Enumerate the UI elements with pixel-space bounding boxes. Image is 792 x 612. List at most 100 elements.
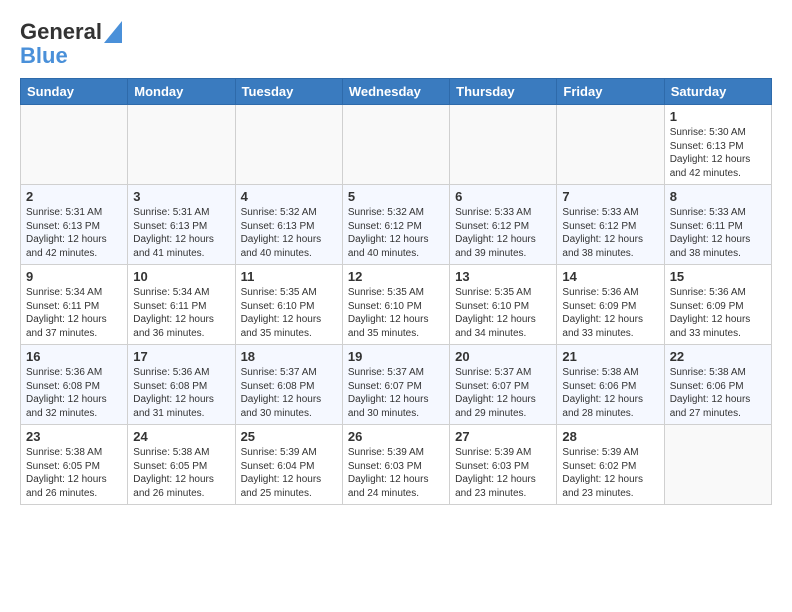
- logo-text-blue: Blue: [20, 44, 68, 68]
- day-number: 10: [133, 269, 229, 284]
- calendar-cell: 19 Sunrise: 5:37 AM Sunset: 6:07 PM Dayli…: [342, 345, 449, 425]
- calendar-cell: 5Sunrise: 5:32 AM Sunset: 6:12 PM Daylig…: [342, 185, 449, 265]
- logo-text-general: General: [20, 20, 102, 44]
- calendar-week-1: 1 Sunrise: 5:30 AM Sunset: 6:13 PM Daylig…: [21, 105, 772, 185]
- calendar-cell: [450, 105, 557, 185]
- day-number: 16: [26, 349, 122, 364]
- calendar-week-5: 23Sunrise: 5:38 AM Sunset: 6:05 PM Dayli…: [21, 425, 772, 505]
- header-sunday: Sunday: [21, 79, 128, 105]
- day-number: 5: [348, 189, 444, 204]
- day-info: Sunrise: 5:38 AM Sunset: 6:06 PM Dayligh…: [670, 366, 766, 420]
- header-tuesday: Tuesday: [235, 79, 342, 105]
- day-info: Sunrise: 5:37 AM Sunset: 6:08 PM Dayligh…: [241, 366, 337, 420]
- calendar-cell: 12 Sunrise: 5:35 AM Sunset: 6:10 PM Dayli…: [342, 265, 449, 345]
- header-wednesday: Wednesday: [342, 79, 449, 105]
- day-info: Sunrise: 5:33 AM Sunset: 6:12 PM Dayligh…: [455, 206, 551, 260]
- day-info: Sunrise: 5:36 AM Sunset: 6:09 PM Dayligh…: [670, 286, 766, 340]
- day-number: 20: [455, 349, 551, 364]
- logo-triangle-icon: [104, 21, 122, 43]
- day-info: Sunrise: 5:35 AM Sunset: 6:10 PM Dayligh…: [348, 286, 444, 340]
- day-info: Sunrise: 5:38 AM Sunset: 6:05 PM Dayligh…: [133, 446, 229, 500]
- day-number: 7: [562, 189, 658, 204]
- calendar-cell: 15 Sunrise: 5:36 AM Sunset: 6:09 PM Dayli…: [664, 265, 771, 345]
- calendar-cell: 25 Sunrise: 5:39 AM Sunset: 6:04 PM Dayli…: [235, 425, 342, 505]
- calendar-cell: 28Sunrise: 5:39 AM Sunset: 6:02 PM Dayli…: [557, 425, 664, 505]
- day-info: Sunrise: 5:36 AM Sunset: 6:09 PM Dayligh…: [562, 286, 658, 340]
- calendar-cell: 16 Sunrise: 5:36 AM Sunset: 6:08 PM Dayli…: [21, 345, 128, 425]
- calendar-cell: 21 Sunrise: 5:38 AM Sunset: 6:06 PM Dayli…: [557, 345, 664, 425]
- calendar-cell: 26Sunrise: 5:39 AM Sunset: 6:03 PM Dayli…: [342, 425, 449, 505]
- day-info: Sunrise: 5:34 AM Sunset: 6:11 PM Dayligh…: [133, 286, 229, 340]
- day-number: 22: [670, 349, 766, 364]
- day-number: 8: [670, 189, 766, 204]
- calendar-table: SundayMondayTuesdayWednesdayThursdayFrid…: [20, 78, 772, 505]
- calendar-cell: 24 Sunrise: 5:38 AM Sunset: 6:05 PM Dayli…: [128, 425, 235, 505]
- day-info: Sunrise: 5:36 AM Sunset: 6:08 PM Dayligh…: [26, 366, 122, 420]
- day-number: 2: [26, 189, 122, 204]
- calendar-cell: 7Sunrise: 5:33 AM Sunset: 6:12 PM Daylig…: [557, 185, 664, 265]
- day-info: Sunrise: 5:37 AM Sunset: 6:07 PM Dayligh…: [455, 366, 551, 420]
- day-number: 21: [562, 349, 658, 364]
- day-info: Sunrise: 5:34 AM Sunset: 6:11 PM Dayligh…: [26, 286, 122, 340]
- day-number: 17: [133, 349, 229, 364]
- calendar-cell: 20 Sunrise: 5:37 AM Sunset: 6:07 PM Dayli…: [450, 345, 557, 425]
- day-number: 25: [241, 429, 337, 444]
- calendar-cell: [342, 105, 449, 185]
- day-info: Sunrise: 5:32 AM Sunset: 6:13 PM Dayligh…: [241, 206, 337, 260]
- day-number: 1: [670, 109, 766, 124]
- calendar-cell: 9 Sunrise: 5:34 AM Sunset: 6:11 PM Daylig…: [21, 265, 128, 345]
- calendar-cell: 1 Sunrise: 5:30 AM Sunset: 6:13 PM Daylig…: [664, 105, 771, 185]
- calendar-cell: 6 Sunrise: 5:33 AM Sunset: 6:12 PM Daylig…: [450, 185, 557, 265]
- header-saturday: Saturday: [664, 79, 771, 105]
- day-number: 4: [241, 189, 337, 204]
- calendar-cell: 3 Sunrise: 5:31 AM Sunset: 6:13 PM Daylig…: [128, 185, 235, 265]
- calendar-week-2: 2 Sunrise: 5:31 AM Sunset: 6:13 PM Daylig…: [21, 185, 772, 265]
- header-monday: Monday: [128, 79, 235, 105]
- calendar-week-3: 9 Sunrise: 5:34 AM Sunset: 6:11 PM Daylig…: [21, 265, 772, 345]
- calendar-cell: [235, 105, 342, 185]
- calendar-cell: [664, 425, 771, 505]
- day-number: 19: [348, 349, 444, 364]
- day-number: 14: [562, 269, 658, 284]
- day-number: 12: [348, 269, 444, 284]
- day-info: Sunrise: 5:36 AM Sunset: 6:08 PM Dayligh…: [133, 366, 229, 420]
- calendar-cell: 17 Sunrise: 5:36 AM Sunset: 6:08 PM Dayli…: [128, 345, 235, 425]
- day-info: Sunrise: 5:37 AM Sunset: 6:07 PM Dayligh…: [348, 366, 444, 420]
- day-info: Sunrise: 5:38 AM Sunset: 6:06 PM Dayligh…: [562, 366, 658, 420]
- day-info: Sunrise: 5:39 AM Sunset: 6:03 PM Dayligh…: [348, 446, 444, 500]
- calendar-cell: 8 Sunrise: 5:33 AM Sunset: 6:11 PM Daylig…: [664, 185, 771, 265]
- calendar-cell: 13 Sunrise: 5:35 AM Sunset: 6:10 PM Dayli…: [450, 265, 557, 345]
- day-info: Sunrise: 5:31 AM Sunset: 6:13 PM Dayligh…: [26, 206, 122, 260]
- calendar-cell: 23Sunrise: 5:38 AM Sunset: 6:05 PM Dayli…: [21, 425, 128, 505]
- day-info: Sunrise: 5:39 AM Sunset: 6:02 PM Dayligh…: [562, 446, 658, 500]
- calendar-header-row: SundayMondayTuesdayWednesdayThursdayFrid…: [21, 79, 772, 105]
- calendar-cell: 4 Sunrise: 5:32 AM Sunset: 6:13 PM Daylig…: [235, 185, 342, 265]
- day-info: Sunrise: 5:38 AM Sunset: 6:05 PM Dayligh…: [26, 446, 122, 500]
- calendar-cell: 2 Sunrise: 5:31 AM Sunset: 6:13 PM Daylig…: [21, 185, 128, 265]
- day-number: 3: [133, 189, 229, 204]
- day-info: Sunrise: 5:31 AM Sunset: 6:13 PM Dayligh…: [133, 206, 229, 260]
- page-header: General Blue: [20, 20, 772, 68]
- day-number: 9: [26, 269, 122, 284]
- calendar-cell: 18 Sunrise: 5:37 AM Sunset: 6:08 PM Dayli…: [235, 345, 342, 425]
- calendar-cell: 27Sunrise: 5:39 AM Sunset: 6:03 PM Dayli…: [450, 425, 557, 505]
- calendar-week-4: 16 Sunrise: 5:36 AM Sunset: 6:08 PM Dayli…: [21, 345, 772, 425]
- calendar-cell: [21, 105, 128, 185]
- day-number: 24: [133, 429, 229, 444]
- calendar-cell: 10 Sunrise: 5:34 AM Sunset: 6:11 PM Dayli…: [128, 265, 235, 345]
- day-number: 6: [455, 189, 551, 204]
- day-info: Sunrise: 5:33 AM Sunset: 6:11 PM Dayligh…: [670, 206, 766, 260]
- day-number: 18: [241, 349, 337, 364]
- calendar-cell: [557, 105, 664, 185]
- header-friday: Friday: [557, 79, 664, 105]
- day-info: Sunrise: 5:30 AM Sunset: 6:13 PM Dayligh…: [670, 126, 766, 180]
- day-info: Sunrise: 5:39 AM Sunset: 6:04 PM Dayligh…: [241, 446, 337, 500]
- header-thursday: Thursday: [450, 79, 557, 105]
- day-number: 15: [670, 269, 766, 284]
- calendar-cell: [128, 105, 235, 185]
- day-number: 13: [455, 269, 551, 284]
- calendar-cell: 11Sunrise: 5:35 AM Sunset: 6:10 PM Dayli…: [235, 265, 342, 345]
- calendar-cell: 22 Sunrise: 5:38 AM Sunset: 6:06 PM Dayli…: [664, 345, 771, 425]
- day-info: Sunrise: 5:35 AM Sunset: 6:10 PM Dayligh…: [455, 286, 551, 340]
- day-number: 27: [455, 429, 551, 444]
